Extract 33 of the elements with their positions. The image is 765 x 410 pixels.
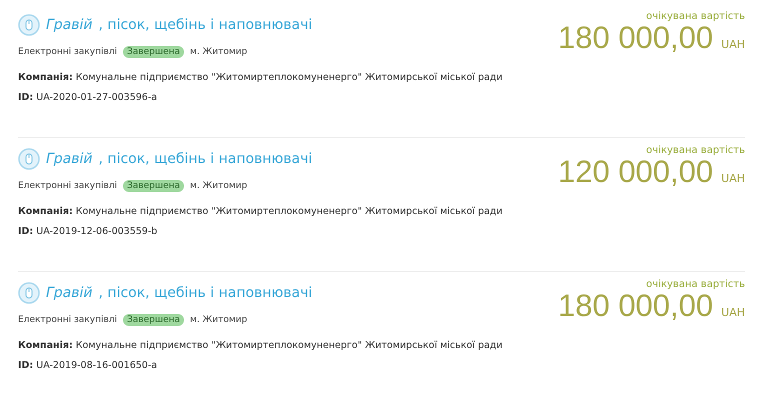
price-label: очікувана вартість [646, 11, 745, 22]
city-label: м. Житомир [190, 181, 248, 191]
mouse-icon [18, 148, 40, 170]
company-text: Компанія: Комунальне підприємство "Житомиртеплокомуненерго" Житомирської міської ради [18, 72, 503, 83]
id-text: ID: UA-2019-12-06-003559-b [18, 226, 158, 237]
price-amount: 180 000,00 [558, 22, 714, 53]
price-label: очікувана вартість [646, 145, 745, 156]
title-text[interactable]: , пісок, щебінь і наповнювачі [98, 285, 312, 301]
mouse-icon [18, 282, 40, 304]
currency-label: UAH [721, 38, 745, 53]
status-badge: Завершена [123, 180, 184, 192]
title-link[interactable]: Гравій [46, 17, 93, 33]
title-link[interactable]: Гравій [46, 151, 93, 167]
procedure-type: Електронні закупівлі [18, 47, 118, 57]
title-text[interactable]: , пісок, щебінь і наповнювачі [98, 17, 312, 33]
price-amount: 180 000,00 [558, 290, 714, 321]
procedure-type: Електронні закупівлі [18, 315, 118, 325]
procedure-type: Електронні закупівлі [18, 181, 118, 191]
title-text[interactable]: , пісок, щебінь і наповнювачі [98, 151, 312, 167]
company-text: Компанія: Комунальне підприємство "Житомиртеплокомуненерго" Житомирської міської ради [18, 206, 503, 217]
mouse-icon [18, 14, 40, 36]
city-label: м. Житомир [190, 315, 248, 325]
currency-label: UAH [721, 306, 745, 321]
status-badge: Завершена [123, 314, 184, 326]
company-text: Компанія: Комунальне підприємство "Житомиртеплокомуненерго" Житомирської міської ради [18, 340, 503, 351]
city-label: м. Житомир [190, 47, 248, 57]
status-badge: Завершена [123, 46, 184, 58]
price-label: очікувана вартість [646, 279, 745, 290]
id-text: ID: UA-2019-08-16-001650-a [18, 360, 158, 371]
id-text: ID: UA-2020-01-27-003596-a [18, 92, 158, 103]
title-link[interactable]: Гравій [46, 285, 93, 301]
currency-label: UAH [721, 172, 745, 187]
price-amount: 120 000,00 [558, 156, 714, 187]
